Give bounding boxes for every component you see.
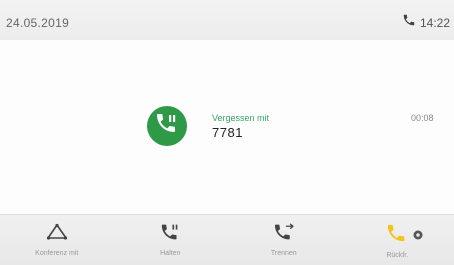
status-time: 14:22 [420,16,450,30]
conference-icon [46,223,68,246]
call-number: 7781 [212,125,243,140]
phone-hold-icon [155,112,179,141]
consult-icon [385,223,409,248]
call-duration: 00:08 [411,113,434,123]
call-status-avatar [147,106,187,146]
softkey-consult-label: Rückfr. [386,252,408,259]
softkey-consult[interactable]: Rückfr. [341,215,454,265]
hangup-icon [273,223,295,246]
status-bar: 24.05.2019 14:22 [0,0,454,40]
phone-icon [402,13,416,32]
softkey-hangup[interactable]: Trennen [227,215,341,265]
softkey-bar: Konferenz mit Halten Trennen [0,214,454,265]
phone-display: 24.05.2019 14:22 Vergessen mit 7781 00:0… [0,0,454,264]
softkey-conference-label: Konferenz mit [35,250,78,257]
call-label: Vergessen mit [212,113,269,123]
hold-icon [160,223,180,246]
status-date: 24.05.2019 [6,16,69,30]
gear-icon[interactable] [412,228,424,246]
softkey-hangup-label: Trennen [271,250,297,257]
softkey-conference[interactable]: Konferenz mit [0,215,114,265]
status-clock-group: 14:22 [402,13,450,32]
softkey-hold-label: Halten [160,250,180,257]
softkey-hold[interactable]: Halten [114,215,228,265]
